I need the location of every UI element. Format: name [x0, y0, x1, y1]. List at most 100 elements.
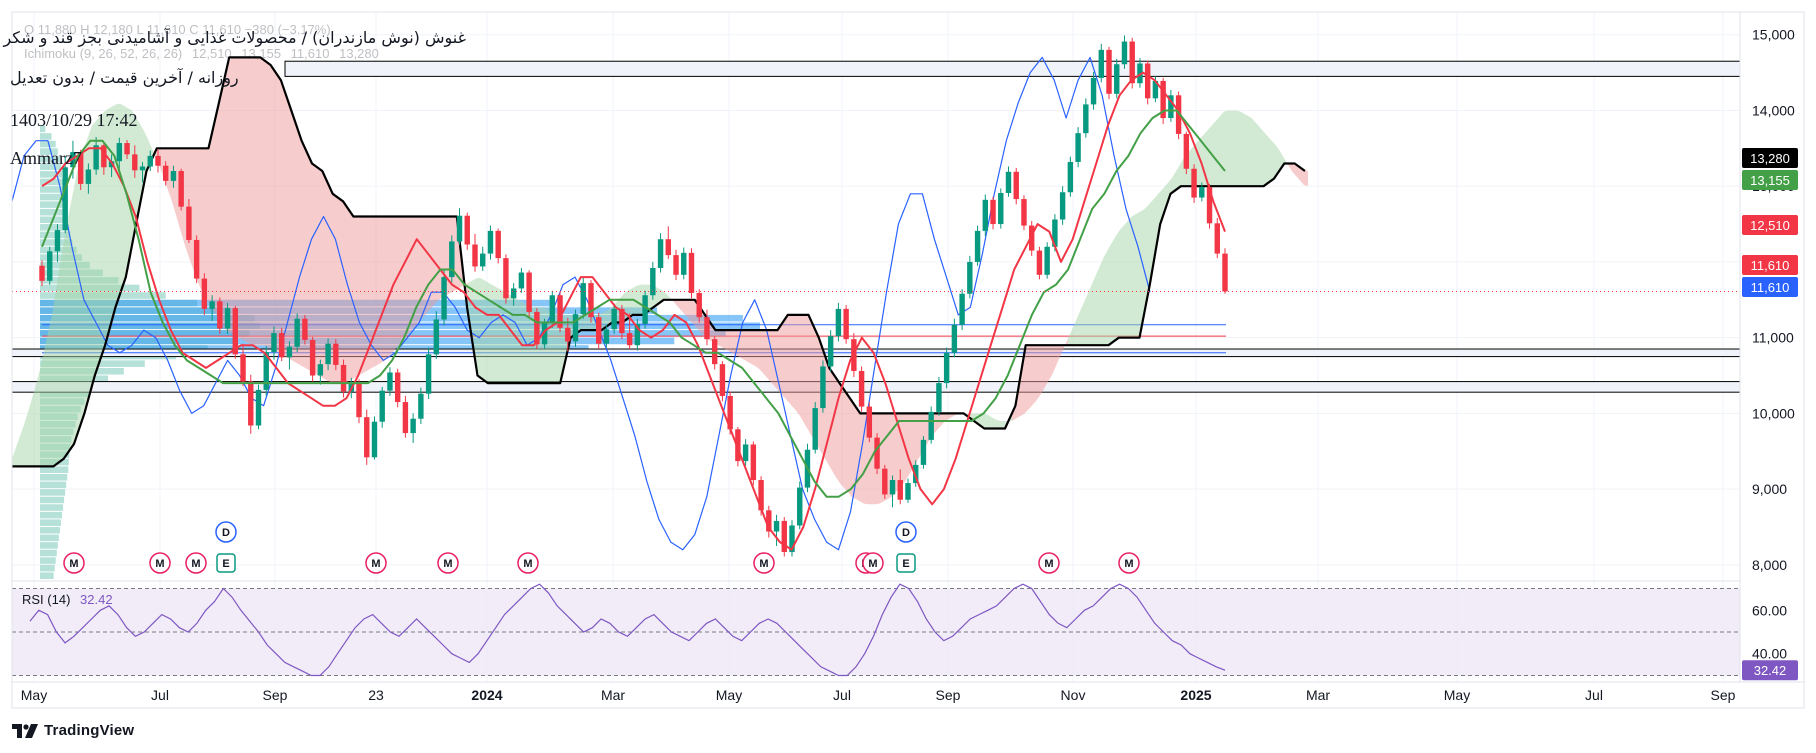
candle-body[interactable] — [657, 239, 664, 268]
candle-body[interactable] — [255, 389, 262, 426]
candle-body[interactable] — [626, 333, 633, 346]
candle-body[interactable] — [673, 255, 679, 275]
candle-body[interactable] — [1183, 133, 1190, 169]
candle-body[interactable] — [967, 261, 973, 294]
event-marker[interactable]: M — [149, 552, 171, 574]
candle-body[interactable] — [549, 295, 556, 324]
candle-body[interactable] — [1098, 49, 1104, 78]
candle-body[interactable] — [920, 439, 927, 465]
candle-body[interactable] — [905, 483, 911, 500]
candle-body[interactable] — [797, 487, 803, 526]
candle-body[interactable] — [704, 317, 710, 340]
candle-body[interactable] — [642, 295, 648, 325]
candle-body[interactable] — [990, 199, 996, 225]
candle-body[interactable] — [333, 343, 339, 365]
candle-body[interactable] — [178, 171, 184, 207]
support-resistance-zone[interactable] — [284, 60, 1740, 77]
candle-body[interactable] — [217, 301, 223, 329]
candle-body[interactable] — [959, 293, 965, 325]
event-marker[interactable]: M — [1038, 552, 1060, 574]
candle-body[interactable] — [456, 215, 463, 242]
candle-body[interactable] — [39, 265, 45, 281]
candle-body[interactable] — [1075, 133, 1081, 162]
candle-body[interactable] — [835, 308, 842, 337]
candle-body[interactable] — [812, 408, 818, 450]
event-marker[interactable]: M — [1118, 552, 1140, 574]
candle-body[interactable] — [47, 251, 53, 281]
candle-body[interactable] — [889, 480, 896, 495]
candle-body[interactable] — [480, 253, 486, 267]
candle-body[interactable] — [874, 437, 880, 469]
candle-body[interactable] — [882, 468, 888, 495]
candle-body[interactable] — [866, 406, 873, 438]
candle-body[interactable] — [495, 230, 501, 259]
candle-body[interactable] — [201, 278, 208, 309]
candle-body[interactable] — [943, 352, 950, 384]
candle-body[interactable] — [580, 283, 586, 315]
candle-body[interactable] — [719, 364, 726, 396]
event-marker[interactable]: M — [753, 552, 775, 574]
candle-body[interactable] — [1121, 41, 1128, 65]
candle-body[interactable] — [433, 319, 440, 355]
chart-canvas[interactable]: MMMDEMMMMMMDEMM 8,0009,00010,00011,00012… — [0, 0, 1816, 753]
candle-body[interactable] — [425, 354, 432, 394]
candle-body[interactable] — [750, 444, 757, 481]
candle-body[interactable] — [155, 155, 161, 166]
event-marker[interactable]: M — [63, 552, 85, 574]
event-marker[interactable]: M — [862, 552, 884, 574]
candle-body[interactable] — [472, 244, 478, 267]
candle-body[interactable] — [820, 366, 826, 409]
event-marker[interactable]: M — [185, 552, 207, 574]
rsi-pane[interactable] — [12, 583, 1740, 677]
candle-body[interactable] — [696, 292, 702, 318]
candle-body[interactable] — [681, 252, 687, 275]
candle-body[interactable] — [1090, 77, 1097, 105]
candle-body[interactable] — [928, 411, 934, 440]
candle-body[interactable] — [1013, 171, 1019, 200]
candle-body[interactable] — [248, 381, 254, 426]
candle-body[interactable] — [240, 354, 246, 382]
candle-body[interactable] — [565, 327, 571, 342]
candle-body[interactable] — [209, 301, 215, 309]
candle-body[interactable] — [603, 329, 610, 344]
candle-body[interactable] — [572, 314, 579, 342]
candle-body[interactable] — [364, 417, 370, 458]
candle-body[interactable] — [356, 383, 362, 418]
candle-body[interactable] — [286, 346, 293, 358]
candle-body[interactable] — [827, 336, 834, 367]
candle-body[interactable] — [340, 364, 347, 392]
candle-body[interactable] — [302, 318, 308, 340]
candle-body[interactable] — [1222, 253, 1228, 292]
candle-body[interactable] — [518, 272, 525, 289]
candle-body[interactable] — [858, 370, 865, 407]
candle-body[interactable] — [665, 239, 672, 256]
candle-body[interactable] — [1106, 49, 1112, 94]
candle-body[interactable] — [936, 383, 942, 412]
candle-body[interactable] — [186, 206, 192, 240]
candle-body[interactable] — [526, 272, 532, 312]
candle-body[interactable] — [193, 239, 200, 279]
candle-body[interactable] — [1144, 63, 1151, 99]
candle-body[interactable] — [62, 167, 68, 231]
candle-body[interactable] — [1129, 41, 1135, 84]
candle-body[interactable] — [294, 318, 300, 347]
candle-body[interactable] — [1005, 171, 1012, 194]
candle-body[interactable] — [974, 230, 981, 262]
candle-body[interactable] — [170, 171, 177, 181]
candle-body[interactable] — [1059, 192, 1066, 220]
candle-body[interactable] — [278, 333, 285, 358]
candle-body[interactable] — [711, 339, 718, 365]
candle-body[interactable] — [371, 421, 378, 458]
candle-body[interactable] — [951, 324, 958, 353]
candle-body[interactable] — [394, 372, 401, 403]
candle-body[interactable] — [998, 193, 1004, 225]
candle-body[interactable] — [317, 364, 324, 376]
candle-body[interactable] — [54, 230, 61, 252]
event-marker[interactable]: M — [365, 552, 387, 574]
candle-body[interactable] — [116, 143, 123, 162]
candle-body[interactable] — [309, 339, 316, 376]
candle-body[interactable] — [147, 155, 153, 167]
candle-body[interactable] — [271, 333, 277, 353]
candle-body[interactable] — [379, 390, 385, 422]
rsi-legend[interactable]: RSI (14) 32.42 — [22, 592, 113, 607]
